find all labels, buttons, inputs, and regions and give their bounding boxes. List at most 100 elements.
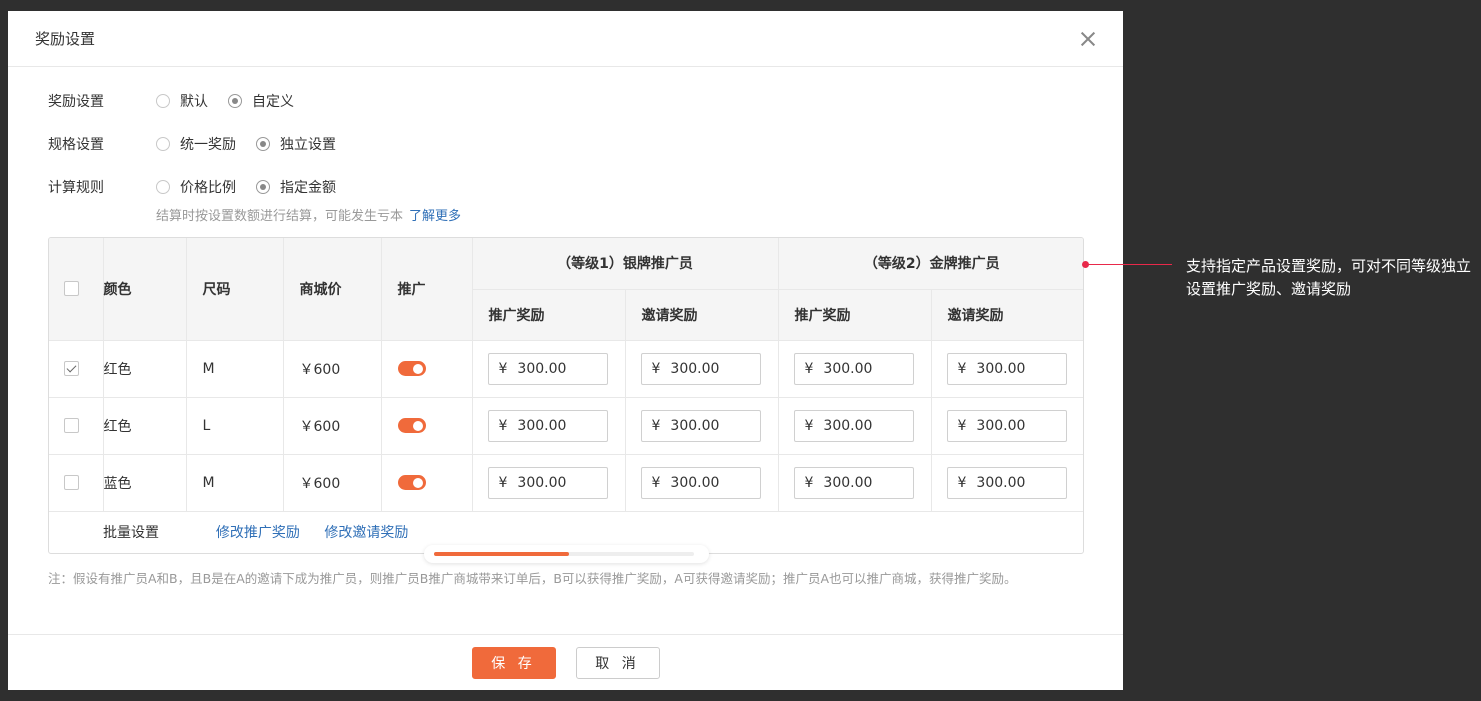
scrollbar-thumb[interactable] [434, 552, 570, 556]
reward-amount-input[interactable]: ¥300.00 [793, 409, 914, 442]
calc-rule-label: 计算规则 [48, 180, 104, 196]
edit-invite-reward-link[interactable]: 修改邀请奖励 [324, 525, 408, 541]
cell-promote [381, 340, 473, 398]
currency-symbol: ¥ [957, 360, 967, 377]
currency-symbol: ¥ [957, 474, 967, 491]
row-checkbox[interactable] [64, 418, 79, 433]
cell-price: ￥600 [283, 454, 382, 512]
cell-promote [381, 454, 473, 512]
currency-symbol: ¥ [651, 474, 661, 491]
currency-symbol: ¥ [804, 417, 814, 434]
currency-symbol: ¥ [651, 417, 661, 434]
header-group-silver: （等级1）银牌推广员 [472, 238, 779, 290]
radio-checked-icon [228, 94, 242, 108]
reward-setting-row: 奖励设置 默认 自定义 [48, 91, 314, 111]
batch-label: 批量设置 [103, 525, 159, 542]
reward-amount-input[interactable]: ¥300.00 [793, 352, 914, 385]
calc-rule-row: 计算规则 价格比例 指定金额 [48, 177, 356, 197]
cell-size: M [186, 454, 284, 512]
cell-reward-input: ¥300.00 [472, 454, 626, 512]
row-select-cell [49, 454, 104, 512]
radio-independent[interactable]: 独立设置 [256, 134, 336, 154]
reward-amount-input[interactable]: ¥300.00 [487, 352, 608, 385]
reward-amount-input[interactable]: ¥300.00 [640, 466, 761, 499]
edit-promo-reward-link[interactable]: 修改推广奖励 [216, 525, 300, 541]
reward-settings-modal: 奖励设置 奖励设置 默认 自定义 规格设置 统一奖励 独立设置 计算规则 价格比… [8, 11, 1123, 690]
save-button[interactable]: 保 存 [471, 646, 556, 679]
reward-amount-value: 300.00 [823, 360, 873, 377]
promote-toggle[interactable] [397, 475, 426, 490]
reward-amount-input[interactable]: ¥300.00 [793, 466, 914, 499]
header-invite-reward-2: 邀请奖励 [931, 289, 1083, 341]
currency-symbol: ¥ [651, 360, 661, 377]
reward-amount-value: 300.00 [823, 417, 873, 434]
radio-uniform-reward[interactable]: 统一奖励 [156, 134, 236, 154]
select-all-cell [49, 238, 104, 341]
modal-footer: 保 存 取 消 [8, 634, 1123, 690]
table-row: 红色 M ￥600 ¥300.00 ¥300.00 ¥300.00 ¥300.00 [49, 340, 1083, 398]
currency-symbol: ¥ [804, 474, 814, 491]
radio-default[interactable]: 默认 [156, 91, 208, 111]
cell-reward-input: ¥300.00 [778, 397, 932, 455]
reward-amount-input[interactable]: ¥300.00 [640, 409, 761, 442]
spec-setting-row: 规格设置 统一奖励 独立设置 [48, 134, 356, 154]
reward-amount-value: 300.00 [976, 360, 1026, 377]
select-all-checkbox[interactable] [64, 281, 79, 297]
modal-header: 奖励设置 [8, 11, 1123, 67]
row-checkbox[interactable] [64, 475, 79, 490]
spec-setting-label: 规格设置 [48, 137, 104, 153]
radio-icon [156, 137, 170, 151]
reward-amount-value: 300.00 [517, 474, 567, 491]
radio-icon [156, 94, 170, 108]
header-group-gold: （等级2）金牌推广员 [778, 238, 1083, 290]
row-select-cell [49, 340, 104, 398]
reward-amount-input[interactable]: ¥300.00 [946, 466, 1067, 499]
cell-price: ￥600 [283, 340, 382, 398]
row-checkbox[interactable] [64, 361, 79, 376]
reward-amount-value: 300.00 [517, 417, 567, 434]
cell-size: L [186, 397, 284, 455]
horizontal-scrollbar[interactable] [424, 545, 709, 563]
promote-toggle[interactable] [397, 418, 426, 433]
note-text: 注：假设有推广员A和B，且B是在A的邀请下成为推广员，则推广员B推广商城带来订单… [48, 571, 1017, 586]
reward-amount-value: 300.00 [976, 417, 1026, 434]
close-icon[interactable] [1080, 31, 1096, 47]
reward-amount-input[interactable]: ¥300.00 [946, 409, 1067, 442]
cell-reward-input: ¥300.00 [931, 454, 1083, 512]
annotation-line [1088, 264, 1172, 265]
reward-amount-input[interactable]: ¥300.00 [946, 352, 1067, 385]
currency-symbol: ¥ [804, 360, 814, 377]
reward-amount-input[interactable]: ¥300.00 [640, 352, 761, 385]
scrollbar-track [434, 552, 694, 556]
learn-more-link[interactable]: 了解更多 [409, 209, 461, 224]
header-invite-reward-1: 邀请奖励 [625, 289, 779, 341]
cell-reward-input: ¥300.00 [625, 454, 779, 512]
header-promo-reward-2: 推广奖励 [778, 289, 932, 341]
reward-amount-value: 300.00 [976, 474, 1026, 491]
currency-symbol: ¥ [957, 417, 967, 434]
table-row: 红色 L ￥600 ¥300.00 ¥300.00 ¥300.00 ¥300.00 [49, 397, 1083, 455]
radio-icon [156, 180, 170, 194]
calc-hint: 结算时按设置数额进行结算，可能发生亏本 了解更多 [156, 209, 462, 224]
reward-amount-input[interactable]: ¥300.00 [487, 466, 608, 499]
reward-amount-input[interactable]: ¥300.00 [487, 409, 608, 442]
reward-amount-value: 300.00 [823, 474, 873, 491]
cell-reward-input: ¥300.00 [931, 340, 1083, 398]
cancel-button[interactable]: 取 消 [575, 646, 660, 679]
cell-reward-input: ¥300.00 [778, 454, 932, 512]
cell-price: ￥600 [283, 397, 382, 455]
header-promote: 推广 [381, 238, 473, 341]
radio-custom[interactable]: 自定义 [228, 91, 294, 111]
header-price: 商城价 [283, 238, 382, 341]
cell-reward-input: ¥300.00 [472, 340, 626, 398]
cell-reward-input: ¥300.00 [625, 340, 779, 398]
reward-amount-value: 300.00 [670, 417, 720, 434]
annotation-text: 支持指定产品设置奖励，可对不同等级独立设置推广奖励、邀请奖励 [1186, 257, 1472, 298]
cell-color: 红色 [103, 340, 187, 398]
cell-size: M [186, 340, 284, 398]
radio-price-ratio[interactable]: 价格比例 [156, 177, 236, 197]
reward-setting-label: 奖励设置 [48, 94, 104, 110]
promote-toggle[interactable] [397, 361, 426, 376]
cell-reward-input: ¥300.00 [778, 340, 932, 398]
radio-fixed-amount[interactable]: 指定金额 [256, 177, 336, 197]
